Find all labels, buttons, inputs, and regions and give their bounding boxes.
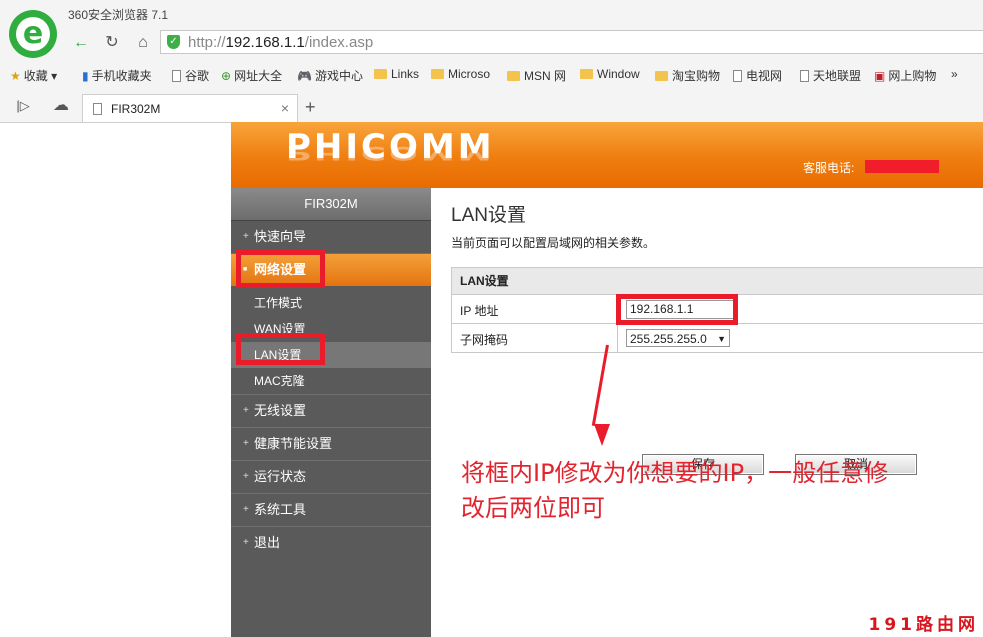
section-title: LAN设置 bbox=[452, 268, 983, 295]
bookmarks-bar: ★ 收藏 ▾ ▮ 手机收藏夹 谷歌 ⊕ 网址大全 🎮 游戏中心 Links Micros… bbox=[0, 64, 983, 86]
tab-fir302m[interactable]: FIR302M × bbox=[82, 94, 298, 122]
bookmark-site-nav[interactable]: ⊕ 网址大全 bbox=[221, 67, 282, 84]
close-tab-icon[interactable]: × bbox=[281, 100, 289, 116]
back-arrow-icon[interactable]: ← bbox=[70, 32, 92, 54]
submenu-mac-clone[interactable]: MAC克隆 bbox=[231, 368, 431, 395]
content-panel: LAN设置 当前页面可以配置局域网的相关参数。 LAN设置 IP 地址 192.… bbox=[431, 188, 983, 637]
chevron-down-icon: ▼ bbox=[717, 334, 726, 344]
bookmark-favorites[interactable]: ★ 收藏 ▾ bbox=[10, 67, 57, 84]
bookmark-shopping[interactable]: ▣ 网上购物 bbox=[874, 67, 936, 84]
refresh-icon[interactable]: ↻ bbox=[101, 32, 123, 54]
page-icon bbox=[93, 103, 102, 115]
ip-label: IP 地址 bbox=[460, 304, 499, 318]
page-title: LAN设置 bbox=[451, 205, 526, 226]
menu-energy[interactable]: 健康节能设置 bbox=[231, 428, 431, 461]
tab-title: FIR302M bbox=[111, 102, 161, 116]
bookmark-mobile[interactable]: ▮ 手机收藏夹 bbox=[82, 67, 152, 84]
bookmark-taobao[interactable]: 淘宝购物 bbox=[655, 67, 720, 84]
model-name: FIR302M bbox=[231, 188, 431, 221]
subnet-mask-select[interactable]: 255.255.255.0 ▼ bbox=[626, 329, 730, 347]
bookmark-window[interactable]: Window bbox=[580, 67, 640, 81]
menu-status[interactable]: 运行状态 bbox=[231, 461, 431, 494]
annotation-arrow-icon bbox=[594, 424, 610, 446]
cloud-icon[interactable]: ☁ bbox=[50, 95, 72, 117]
router-header: PHICOMM PHICOMM 客服电话: bbox=[231, 122, 983, 188]
redacted-phone bbox=[865, 160, 939, 173]
highlight-ip-input bbox=[616, 294, 738, 325]
mask-row: 子网掩码 255.255.255.0 ▼ bbox=[452, 324, 983, 352]
browser-chrome: e 360安全浏览器 7.1 ← ↻ ⌂ ✓ http://192.168.1.… bbox=[0, 0, 983, 123]
browser-logo-icon: e bbox=[9, 10, 57, 58]
hotline-label: 客服电话: bbox=[803, 161, 855, 175]
menu-logout[interactable]: 退出 bbox=[231, 527, 431, 559]
url-text: http://192.168.1.1/index.asp bbox=[188, 34, 374, 51]
bookmark-google[interactable]: 谷歌 bbox=[172, 67, 209, 84]
annotation-text: 将框内IP修改为你想要的IP，一般任意修改后两位即可 bbox=[461, 459, 889, 522]
bookmark-msn[interactable]: MSN 网 bbox=[507, 67, 566, 84]
sidebar-toggle-icon[interactable]: |▷ bbox=[12, 95, 34, 117]
watermark: 191路由网 bbox=[868, 615, 979, 635]
bookmark-links[interactable]: Links bbox=[374, 67, 419, 81]
home-icon[interactable]: ⌂ bbox=[132, 32, 154, 54]
menu-tools[interactable]: 系统工具 bbox=[231, 494, 431, 527]
bookmark-tiandi[interactable]: 天地联盟 bbox=[800, 67, 861, 84]
bookmarks-more-icon[interactable]: » bbox=[951, 67, 958, 81]
page-description: 当前页面可以配置局域网的相关参数。 bbox=[451, 236, 656, 250]
window-title: 360安全浏览器 7.1 bbox=[68, 8, 169, 22]
highlight-network-settings bbox=[236, 250, 325, 288]
new-tab-icon[interactable]: + bbox=[305, 97, 316, 118]
bookmark-games[interactable]: 🎮 游戏中心 bbox=[297, 67, 363, 84]
mask-label: 子网掩码 bbox=[460, 333, 509, 347]
address-bar[interactable]: ✓ http://192.168.1.1/index.asp bbox=[160, 30, 983, 54]
bookmark-microso[interactable]: Microso bbox=[431, 67, 490, 81]
bookmark-tv[interactable]: 电视网 bbox=[733, 67, 782, 84]
highlight-lan-settings bbox=[236, 333, 325, 365]
menu-wireless[interactable]: 无线设置 bbox=[231, 395, 431, 428]
security-shield-icon: ✓ bbox=[167, 35, 180, 49]
tab-bar: |▷ ☁ FIR302M × bbox=[0, 92, 983, 123]
submenu-work-mode[interactable]: 工作模式 bbox=[231, 290, 431, 316]
router-page: PHICOMM PHICOMM 客服电话: FIR302M 快速向导 网络设置 … bbox=[231, 122, 983, 637]
brand-reflection: PHICOMM bbox=[286, 142, 495, 164]
